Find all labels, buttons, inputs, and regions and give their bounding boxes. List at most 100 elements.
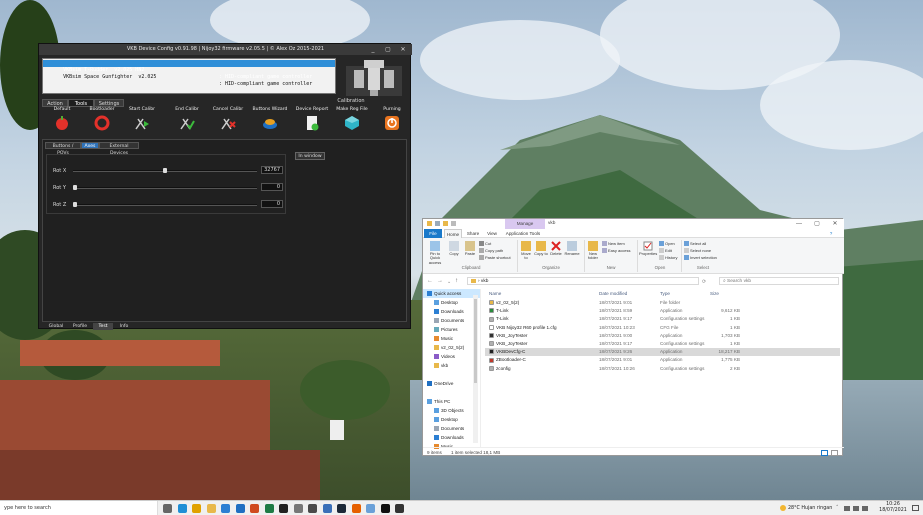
tab-tools[interactable]: Tools <box>68 99 94 107</box>
paste-shortcut-button[interactable]: Paste shortcut <box>479 255 511 261</box>
subtab-buttons-povs[interactable]: Buttons / POVs <box>45 142 81 156</box>
address-box[interactable]: › vkb <box>467 277 699 285</box>
excel-icon[interactable] <box>264 504 274 513</box>
new-folder-icon[interactable] <box>443 221 448 226</box>
minimize-button[interactable]: — <box>790 219 808 229</box>
up-arrow-icon[interactable]: ↑ <box>455 278 458 284</box>
vkb-app-icon[interactable] <box>279 504 288 513</box>
nav-item[interactable]: This PC <box>423 397 480 406</box>
vkb-tool-icon[interactable] <box>395 504 404 513</box>
file-row[interactable]: VKB_JoyTester 18/07/2021 9:00 Application 1… <box>485 332 840 340</box>
firefox-icon[interactable] <box>351 504 361 513</box>
nav-item[interactable]: Documents <box>423 424 480 433</box>
column-date-modified[interactable]: Date modified <box>599 289 627 298</box>
copy-button[interactable]: Copy <box>447 241 461 256</box>
invert-selection-button[interactable]: Invert selection <box>684 255 717 261</box>
paste-button[interactable]: Paste <box>463 241 477 256</box>
close-button[interactable]: ✕ <box>826 219 844 229</box>
tab-application-tools[interactable]: Application Tools <box>503 229 543 238</box>
cut-button[interactable]: Cut <box>479 241 491 247</box>
nav-item[interactable]: OneDrive <box>423 379 480 388</box>
store-icon[interactable] <box>221 504 230 513</box>
tab-view[interactable]: View <box>484 229 500 238</box>
make-reg-file-button[interactable]: Make Reg File <box>332 107 372 139</box>
device-row[interactable]: VKBsim Space Gunfighter v2.025 : HID-com… <box>43 67 335 87</box>
volume-icon[interactable] <box>853 506 859 511</box>
select-all-button[interactable]: Select all <box>684 241 706 247</box>
copy-to-button[interactable]: Copy to <box>534 241 548 256</box>
file-row[interactable]: T-Link 18/07/2021 9:17 Configuration setti… <box>485 315 840 323</box>
axis-slider-rot-y[interactable] <box>73 185 257 190</box>
notification-icon[interactable] <box>912 505 919 511</box>
axis-slider-knob[interactable] <box>163 168 167 173</box>
file-row[interactable]: v2_02_5(2) 18/07/2021 9:01 File folder <box>485 299 840 307</box>
properties-button[interactable]: Properties <box>639 241 657 256</box>
chrome-icon[interactable] <box>192 504 201 513</box>
device-row[interactable]: VKBsim T-Rudder v2.025 HN2 : HID-complia… <box>43 60 335 80</box>
bottom-tab-global[interactable]: Global <box>45 323 67 330</box>
robot-calibration-icon[interactable] <box>344 58 404 98</box>
network-icon[interactable] <box>844 506 850 511</box>
notepad-icon[interactable] <box>366 504 375 513</box>
edit-button[interactable]: Edit <box>659 248 672 254</box>
in-window-button[interactable]: In window <box>295 152 325 160</box>
start-calibration-button[interactable]: Start Calibr <box>122 107 162 139</box>
nav-item[interactable]: Videos <box>423 352 480 361</box>
close-button[interactable]: ✕ <box>395 44 411 55</box>
bottom-tab-profile[interactable]: Profile <box>69 323 91 330</box>
file-row[interactable]: VKBDevCfg-C 18/07/2021 9:26 Application 18,… <box>485 348 840 357</box>
file-row[interactable]: T-Link 18/07/2021 8:59 Application 9,612 KB <box>485 307 840 315</box>
file-explorer-icon[interactable] <box>206 504 216 513</box>
column-size[interactable]: Size <box>710 289 719 298</box>
subtab-external-devices[interactable]: External Devices <box>99 142 139 156</box>
maximize-button[interactable]: ▢ <box>808 219 826 229</box>
calculator-icon[interactable] <box>308 504 317 513</box>
column-name[interactable]: Name <box>489 289 501 298</box>
history-button[interactable]: History <box>659 255 677 261</box>
default-button[interactable]: Default <box>42 107 82 139</box>
new-folder-button[interactable]: New folder <box>586 241 600 261</box>
device-list[interactable]: VKBsim T-Rudder v2.025 HN2 : HID-complia… <box>42 58 336 94</box>
nav-scrollbar-thumb[interactable] <box>474 299 477 383</box>
file-row[interactable]: VKB Nijoy32 R60 profile 1.cfg 18/07/2021 … <box>485 324 840 332</box>
tab-file[interactable]: File <box>424 229 442 238</box>
pin-quick-access-button[interactable]: Pin to Quick access <box>425 241 445 265</box>
steam-icon[interactable] <box>337 504 346 513</box>
bottom-tab-test[interactable]: Test <box>93 323 113 330</box>
taskbar-search-input[interactable]: ype here to search <box>0 501 158 515</box>
chevron-up-icon[interactable]: ˄ <box>836 501 838 515</box>
explorer-title-bar[interactable] <box>423 219 844 229</box>
keyboard-icon[interactable] <box>862 506 868 511</box>
tab-action[interactable]: Action <box>42 99 68 107</box>
bootloader-button[interactable]: Bootloader <box>82 107 122 139</box>
nav-item[interactable]: Quick access <box>423 289 480 298</box>
tab-home[interactable]: Home <box>444 229 462 238</box>
large-icons-view-icon[interactable] <box>831 450 838 456</box>
open-button[interactable]: Open <box>659 241 675 247</box>
settings-icon[interactable] <box>293 504 303 513</box>
new-item-button[interactable]: New item <box>602 241 625 247</box>
select-none-button[interactable]: Select none <box>684 248 711 254</box>
nav-item[interactable]: 3D Objects <box>423 406 480 415</box>
nav-item[interactable]: Pictures <box>423 325 480 334</box>
game-icon[interactable] <box>380 504 390 513</box>
nav-item[interactable]: Downloads <box>423 433 480 442</box>
nav-item[interactable]: Desktop <box>423 298 480 307</box>
chevron-down-icon[interactable] <box>451 221 456 226</box>
maximize-button[interactable]: ▢ <box>380 44 396 55</box>
move-to-button[interactable]: Move to <box>519 241 533 261</box>
office-icon[interactable] <box>250 504 259 513</box>
chevron-down-icon[interactable]: ⌄ <box>447 279 451 285</box>
task-view-icon[interactable] <box>163 504 172 513</box>
nav-item[interactable]: Music <box>423 334 480 343</box>
end-calibration-button[interactable]: End Calibr <box>167 107 207 139</box>
device-report-button[interactable]: Device Report <box>292 107 332 139</box>
purning-button[interactable]: Purning <box>372 107 412 139</box>
rename-button[interactable]: Rename <box>564 241 580 256</box>
nav-item[interactable]: v2_02_5(2) <box>423 343 480 352</box>
axis-slider-knob[interactable] <box>73 185 77 190</box>
easy-access-button[interactable]: Easy access <box>602 248 630 254</box>
vkb-title-bar[interactable]: VKB Device Config v0.91.98 | Nijoy32 fir… <box>39 44 412 55</box>
refresh-icon[interactable]: ⟳ <box>702 279 706 285</box>
column-type[interactable]: Type <box>660 289 670 298</box>
